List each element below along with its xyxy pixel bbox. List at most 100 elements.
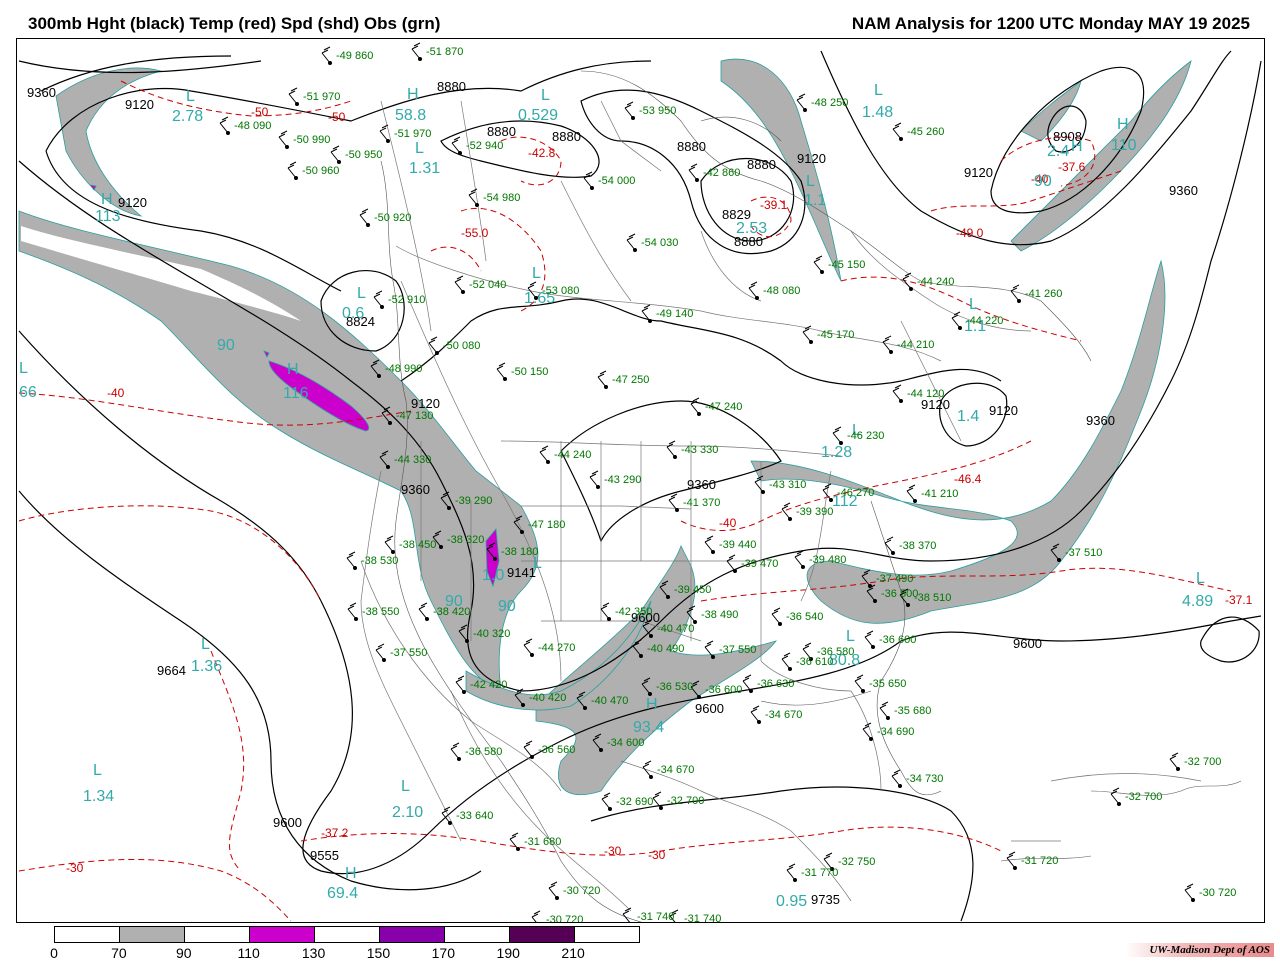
station-dot: [366, 223, 370, 227]
speed-center-label: 1.48: [862, 104, 893, 121]
observation-label: -46 230: [847, 430, 884, 442]
wind-barb: [726, 554, 736, 572]
speed-center-label: L: [19, 360, 28, 377]
observation-label: -34 600: [607, 737, 644, 749]
speed-center-label: H: [1071, 138, 1083, 155]
temperature-label: -30: [648, 848, 666, 862]
wind-barb: [288, 87, 298, 105]
station-dot: [639, 654, 643, 658]
temperature-label: -30: [66, 861, 84, 875]
station-dot: [711, 550, 715, 554]
map-canvas: 9360912088808880 888088808880 912088298880…: [18, 42, 1262, 922]
wind-barb: [583, 171, 593, 189]
wind-barb: [451, 136, 461, 154]
wind-barb: [454, 275, 464, 293]
station-dot: [604, 385, 608, 389]
speed-center-label: H: [345, 865, 357, 882]
temperature-label: -40: [107, 386, 125, 400]
observation-label: -36 560: [538, 744, 575, 756]
station-dot: [448, 821, 452, 825]
wind-barb: [539, 445, 549, 463]
station-dot: [337, 160, 341, 164]
observation-label: -54 030: [641, 237, 678, 249]
height-label: 9141: [507, 565, 536, 580]
wind-barb: [1110, 787, 1120, 805]
observation-label: -51 970: [394, 128, 431, 140]
observation-label: -30 720: [563, 885, 600, 897]
observation-label: -34 670: [657, 764, 694, 776]
station-dot: [869, 737, 873, 741]
station-dot: [755, 296, 759, 300]
observation-label: -40 490: [647, 643, 684, 655]
wind-barb: [321, 46, 331, 64]
observation-label: -40 320: [473, 628, 510, 640]
colorbar-segment: [380, 927, 445, 942]
colorbar-segment: [445, 927, 510, 942]
colorbar-tick-label: 210: [561, 945, 585, 961]
observation-label: -34 670: [765, 709, 802, 721]
height-label: 9360: [687, 477, 716, 492]
observation-label: -36 580: [465, 746, 502, 758]
station-dot: [465, 639, 469, 643]
speed-center-label: H: [1117, 116, 1129, 133]
observation-label: -34 730: [906, 773, 943, 785]
observation-label: -40 470: [657, 623, 694, 635]
station-dot: [633, 248, 637, 252]
speed-center-label: 1.28: [821, 444, 852, 461]
observation-label: -38 490: [701, 609, 738, 621]
observation-label: -48 080: [763, 285, 800, 297]
station-dot: [295, 102, 299, 106]
station-dot: [386, 465, 390, 469]
jet-streak-plains: [535, 544, 778, 796]
station-dot: [697, 412, 701, 416]
speed-center-label: L: [186, 88, 195, 105]
observation-label: -39 450: [674, 584, 711, 596]
observation-label: -30 720: [1199, 887, 1236, 899]
station-dot: [675, 508, 679, 512]
station-dot: [631, 116, 635, 120]
observation-label: -41 370: [683, 497, 720, 509]
wind-barb: [384, 535, 394, 553]
temperature-label: -39.1: [760, 198, 788, 212]
height-label: 9360: [1086, 413, 1115, 428]
observation-label: -53 950: [639, 105, 676, 117]
station-dot: [439, 545, 443, 549]
station-dot: [788, 667, 792, 671]
temperature-label: -40: [719, 516, 737, 530]
station-dot: [457, 757, 461, 761]
observation-label: -37 490: [876, 573, 913, 585]
observation-label: -47 180: [528, 519, 565, 531]
colorbar-segment: [575, 927, 639, 942]
wind-barb: [891, 769, 901, 787]
speed-center-label: 110: [1111, 137, 1137, 154]
speed-center-label: 58.8: [395, 107, 426, 124]
observation-label: -40 470: [591, 695, 628, 707]
height-label: 9555: [310, 848, 339, 863]
station-dot: [673, 455, 677, 459]
speed-center-label: H: [287, 361, 299, 378]
observation-label: -43 330: [681, 444, 718, 456]
observation-label: -50 990: [293, 134, 330, 146]
observation-label: -38 420: [433, 606, 470, 618]
observation-label: -39 290: [455, 495, 492, 507]
station-dot: [607, 617, 611, 621]
temperature-label: -30: [604, 844, 622, 858]
colorbar-tick-label: 170: [431, 945, 456, 961]
station-dot: [899, 137, 903, 141]
station-dot: [546, 460, 550, 464]
station-dot: [659, 806, 663, 810]
observation-label: -44 240: [917, 276, 954, 288]
observation-label: -47 250: [612, 374, 649, 386]
wind-barb: [1010, 284, 1020, 302]
wind-barb: [668, 493, 678, 511]
observation-label: -44 330: [394, 454, 431, 466]
station-dot: [649, 634, 653, 638]
observation-label: -44 270: [538, 642, 575, 654]
station-dot: [425, 617, 429, 621]
observation-label: -33 640: [456, 810, 493, 822]
observation-label: -40 420: [529, 692, 566, 704]
wind-barb: [781, 502, 791, 520]
speed-center-label: L: [201, 636, 210, 653]
speed-center-label: H: [407, 86, 419, 103]
station-dot: [1117, 802, 1121, 806]
